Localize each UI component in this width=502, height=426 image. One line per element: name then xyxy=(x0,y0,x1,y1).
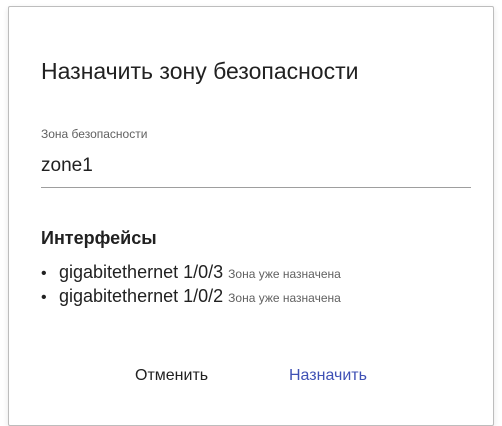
interface-name: gigabitethernet 1/0/3 xyxy=(59,262,224,282)
list-item: • gigabitethernet 1/0/3 Зона уже назначе… xyxy=(41,262,341,286)
interface-note: Зона уже назначена xyxy=(228,267,341,281)
zone-field-underline xyxy=(41,187,471,188)
zone-field-label: Зона безопасности xyxy=(41,127,148,141)
interface-note: Зона уже назначена xyxy=(228,291,341,305)
bullet-icon: • xyxy=(41,289,47,306)
bullet-icon: • xyxy=(41,265,47,282)
dialog-title: Назначить зону безопасности xyxy=(41,58,359,84)
assign-zone-dialog: Назначить зону безопасности Зона безопас… xyxy=(8,6,494,426)
interfaces-list: • gigabitethernet 1/0/3 Зона уже назначе… xyxy=(41,262,341,310)
assign-button[interactable]: Назначить xyxy=(279,362,377,390)
zone-field[interactable] xyxy=(41,154,471,178)
list-item: • gigabitethernet 1/0/2 Зона уже назначе… xyxy=(41,286,341,310)
interfaces-heading: Интерфейсы xyxy=(41,228,157,248)
cancel-button[interactable]: Отменить xyxy=(125,362,218,390)
interface-name: gigabitethernet 1/0/2 xyxy=(59,286,224,306)
